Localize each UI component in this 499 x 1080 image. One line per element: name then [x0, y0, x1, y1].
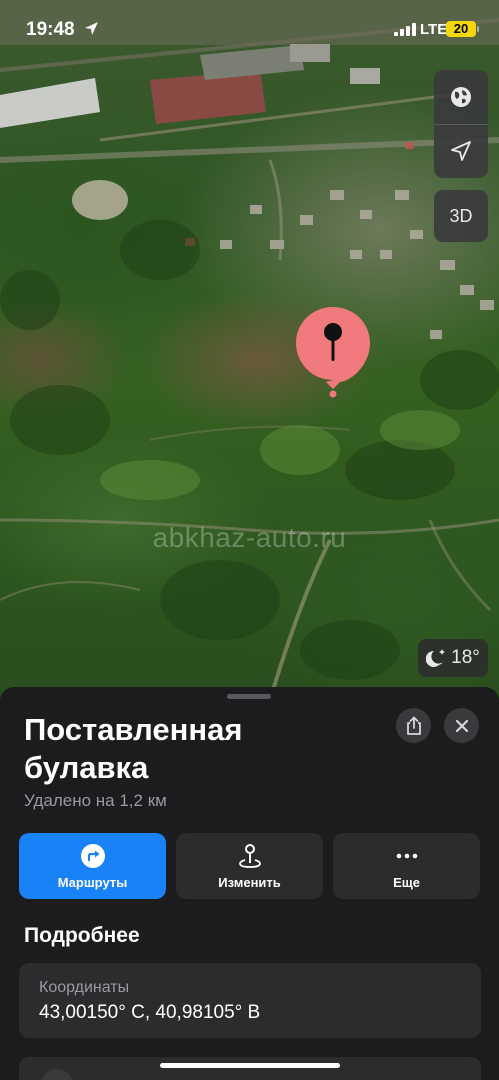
view-3d-button[interactable]: 3D [434, 190, 488, 242]
place-sheet: Поставленная булавка Удалено на 1,2 км М… [0, 687, 499, 1080]
edit-button[interactable]: Изменить [176, 833, 323, 899]
coordinates-value: 43,00150° С, 40,98105° В [39, 1002, 261, 1023]
status-bar: 19:48 LTE 20 [0, 0, 499, 60]
home-indicator[interactable] [160, 1063, 340, 1068]
pin-edit-icon [238, 844, 261, 868]
watermark-text: abkhaz-auto.ru [152, 522, 347, 553]
dropped-pin-marker[interactable] [296, 307, 370, 399]
location-services-icon [85, 22, 98, 35]
edit-label: Изменить [218, 875, 281, 890]
network-type: LTE [420, 21, 448, 38]
status-time: 19:48 [26, 19, 75, 40]
close-button[interactable] [444, 708, 479, 743]
coordinates-label: Координаты [39, 979, 130, 996]
more-label: Еще [393, 875, 420, 890]
moon-stars-icon [426, 649, 446, 667]
battery-cap [477, 26, 479, 32]
my-location-button[interactable] [434, 124, 488, 178]
map-controls [434, 70, 488, 178]
directions-icon [80, 844, 105, 868]
share-button[interactable] [396, 708, 431, 743]
map-imagery [0, 0, 499, 700]
details-heading: Подробнее [24, 924, 140, 947]
place-distance: Удалено на 1,2 км [24, 791, 167, 810]
coordinates-card[interactable]: Координаты 43,00150° С, 40,98105° В [19, 963, 481, 1038]
weather-temperature: 18° [451, 647, 480, 668]
next-detail-card[interactable] [19, 1057, 481, 1080]
globe-icon [451, 87, 471, 107]
detail-icon [41, 1069, 73, 1080]
sheet-grabber[interactable] [227, 694, 271, 699]
share-icon [406, 716, 421, 735]
more-icon [396, 853, 417, 859]
satellite-map[interactable]: abkhaz-auto.ru [0, 0, 499, 700]
close-icon [455, 719, 468, 732]
cellular-signal-icon [394, 23, 416, 36]
directions-button[interactable]: Маршруты [19, 833, 166, 899]
more-button[interactable]: Еще [333, 833, 480, 899]
location-arrow-icon [451, 141, 471, 161]
battery-icon: 20 [446, 21, 476, 37]
place-title: Поставленная булавка [24, 712, 243, 785]
directions-label: Маршруты [57, 875, 128, 890]
globe-button[interactable] [434, 70, 488, 124]
weather-badge: 18° [418, 639, 488, 677]
